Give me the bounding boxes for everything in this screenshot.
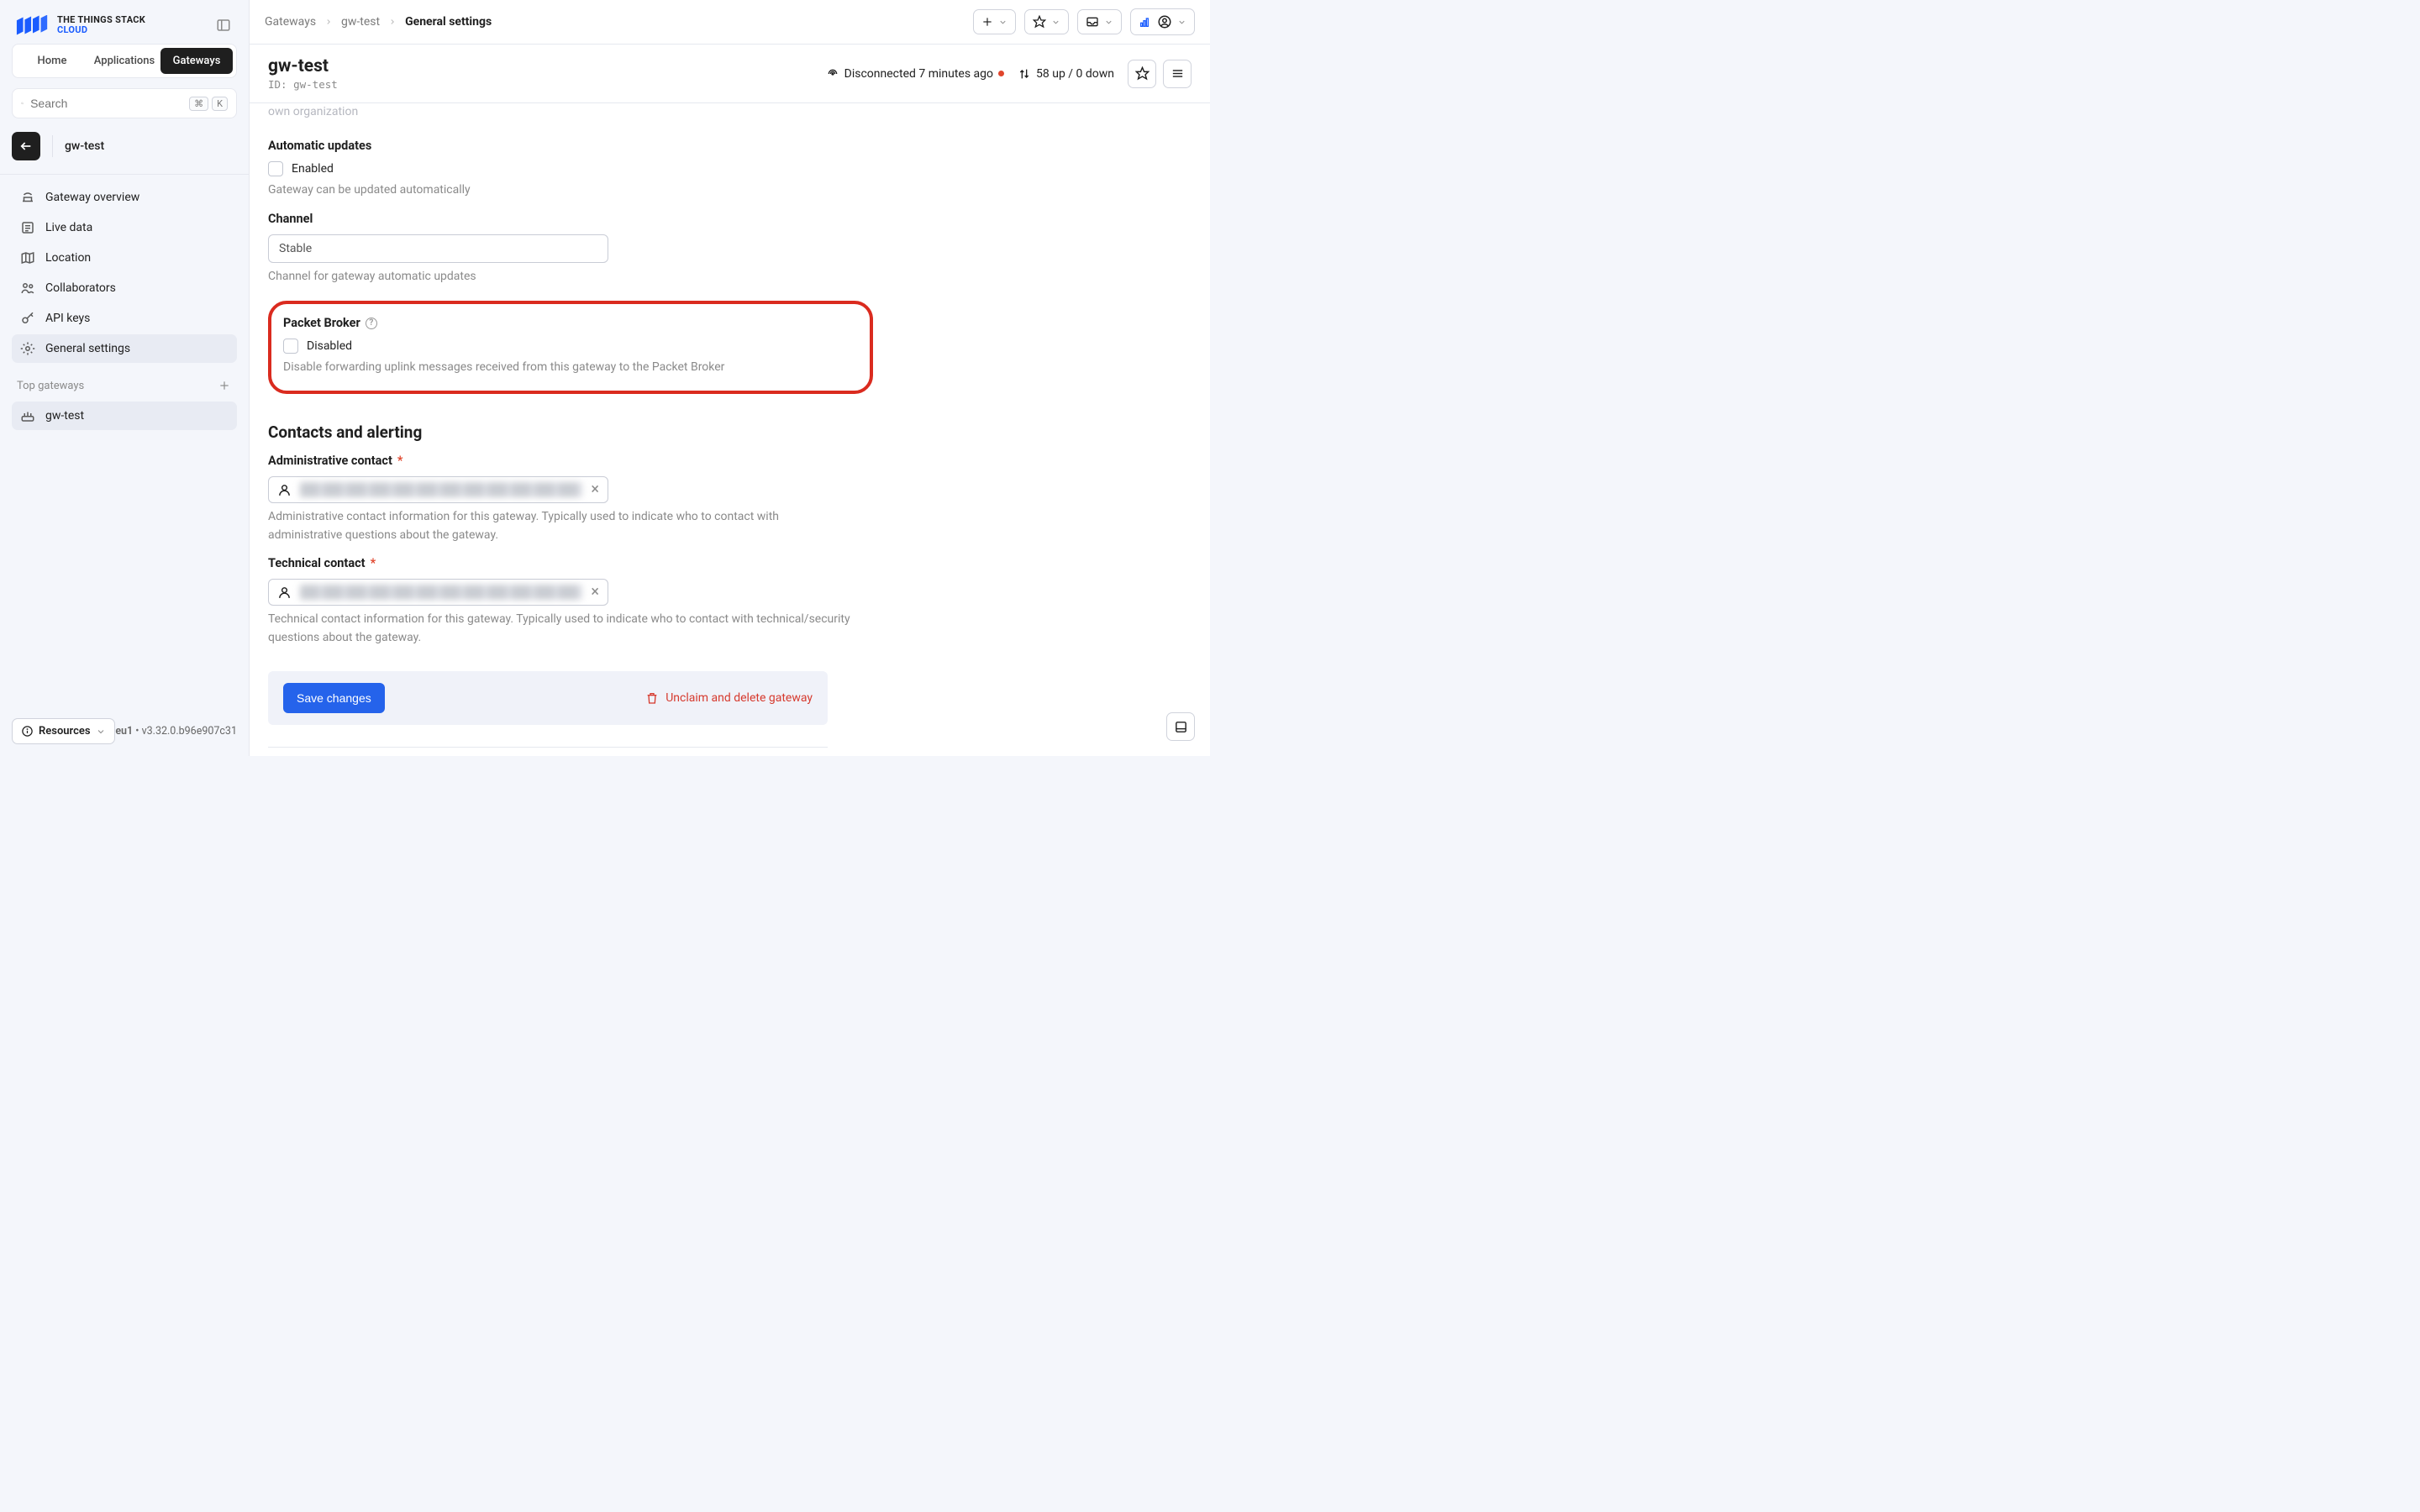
redacted-value <box>300 585 582 600</box>
packet-broker-checkbox-label: Disabled <box>307 339 352 353</box>
chevron-right-icon <box>324 18 333 26</box>
user-icon <box>277 483 292 497</box>
sidebar: THE THINGS STACK CLOUD Home Applications… <box>0 0 250 756</box>
page-id: gw-test <box>293 78 338 91</box>
chevron-down-icon <box>1051 18 1060 27</box>
menu-icon <box>1171 66 1185 81</box>
info-icon <box>21 725 34 738</box>
sidebar-item-location[interactable]: Location <box>12 244 237 272</box>
search-input[interactable] <box>30 97 182 110</box>
panel-icon <box>1174 720 1188 734</box>
highlight-packet-broker: Packet Broker ? Disabled Disable forward… <box>268 301 873 394</box>
packet-broker-checkbox[interactable] <box>283 339 298 354</box>
channel-input[interactable]: Stable <box>268 234 608 263</box>
router-icon <box>20 408 35 423</box>
favorites-menu-button[interactable] <box>1024 9 1069 34</box>
auto-updates-checkbox-label: Enabled <box>292 162 334 176</box>
panel-toggle-button[interactable] <box>1166 712 1195 741</box>
key-icon <box>20 311 35 326</box>
antenna-icon <box>826 67 839 81</box>
topbar: Gateways gw-test General settings <box>250 0 1210 45</box>
tab-home[interactable]: Home <box>16 48 88 74</box>
list-icon <box>20 220 35 235</box>
sidebar-item-overview[interactable]: Gateway overview <box>12 183 237 212</box>
breadcrumb-gw[interactable]: gw-test <box>341 15 380 29</box>
field-admin-contact: Administrative contact* × Administrative… <box>268 454 873 544</box>
cutoff-previous-text: own organization <box>268 103 873 127</box>
brand-logo[interactable]: THE THINGS STACK CLOUD <box>15 15 145 35</box>
current-gateway-name: gw-test <box>65 139 104 153</box>
sidebar-nav: Gateway overview Live data Location Coll… <box>12 183 237 363</box>
help-icon[interactable]: ? <box>366 318 377 329</box>
sidebar-item-live-data[interactable]: Live data <box>12 213 237 242</box>
collapse-sidebar-button[interactable] <box>213 15 234 35</box>
top-gateway-item[interactable]: gw-test <box>12 402 237 430</box>
users-icon <box>20 281 35 296</box>
status-dot-icon <box>998 71 1004 76</box>
clear-admin-contact-button[interactable]: × <box>591 482 599 497</box>
plus-icon <box>981 16 993 28</box>
gear-icon <box>20 341 35 356</box>
primary-nav-tabs: Home Applications Gateways <box>12 44 237 78</box>
breadcrumb-gateways[interactable]: Gateways <box>265 15 316 29</box>
sidebar-item-api-keys[interactable]: API keys <box>12 304 237 333</box>
field-automatic-updates: Automatic updates Enabled Gateway can be… <box>268 139 873 200</box>
inbox-icon <box>1086 15 1099 29</box>
account-menu-button[interactable] <box>1130 8 1195 35</box>
search-kbd-hint: ⌘K <box>189 97 228 111</box>
star-page-button[interactable] <box>1128 60 1156 88</box>
save-button[interactable]: Save changes <box>283 683 385 713</box>
contacts-section-title: Contacts and alerting <box>268 423 873 442</box>
gateway-icon <box>20 190 35 205</box>
page-menu-button[interactable] <box>1163 60 1192 88</box>
field-channel: Channel Stable Channel for gateway autom… <box>268 212 873 286</box>
chevron-down-icon <box>96 727 106 737</box>
chevron-down-icon <box>1177 18 1186 27</box>
page-title: gw-test <box>268 56 338 76</box>
field-tech-contact: Technical contact* × Technical contact i… <box>268 556 873 647</box>
version-label: eu1 • v3.32.0.b96e907c31 <box>115 725 237 738</box>
tech-contact-select[interactable]: × <box>268 579 608 606</box>
sidebar-item-general-settings[interactable]: General settings <box>12 334 237 363</box>
chevron-right-icon <box>388 18 397 26</box>
form-action-bar: Save changes Unclaim and delete gateway <box>268 671 828 725</box>
traffic-status: 58 up / 0 down <box>1018 67 1114 81</box>
back-button[interactable] <box>12 132 40 160</box>
add-gateway-button[interactable] <box>217 378 232 393</box>
star-icon <box>1033 15 1046 29</box>
trash-icon <box>645 691 659 705</box>
sidebar-item-collaborators[interactable]: Collaborators <box>12 274 237 302</box>
map-icon <box>20 250 35 265</box>
breadcrumb-current: General settings <box>405 15 492 29</box>
admin-contact-select[interactable]: × <box>268 476 608 503</box>
redacted-value <box>300 482 582 497</box>
content-scroll[interactable]: own organization Automatic updates Enabl… <box>250 103 1210 756</box>
user-icon <box>277 585 292 600</box>
search-input-wrapper[interactable]: ⌘K <box>12 88 237 118</box>
resources-button[interactable]: Resources <box>12 718 115 744</box>
org-icon <box>1139 15 1152 29</box>
chevron-down-icon <box>998 18 1007 27</box>
brand-line2: CLOUD <box>57 25 145 35</box>
auto-updates-checkbox[interactable] <box>268 161 283 176</box>
inbox-menu-button[interactable] <box>1077 9 1122 34</box>
star-icon <box>1135 66 1150 81</box>
tab-applications[interactable]: Applications <box>88 48 160 74</box>
main-area: Gateways gw-test General settings <box>250 0 1210 756</box>
add-menu-button[interactable] <box>973 9 1016 34</box>
breadcrumb: Gateways gw-test General settings <box>265 15 492 29</box>
logo-mark-icon <box>15 15 50 35</box>
search-icon <box>21 96 24 111</box>
top-gateways-label: Top gateways <box>17 380 84 392</box>
updown-icon <box>1018 67 1031 81</box>
tab-gateways[interactable]: Gateways <box>160 48 233 74</box>
chevron-down-icon <box>1104 18 1113 27</box>
clear-tech-contact-button[interactable]: × <box>591 585 599 600</box>
page-header: gw-test ID: gw-test Disconnected 7 minut… <box>250 45 1210 103</box>
delete-gateway-button[interactable]: Unclaim and delete gateway <box>645 691 813 705</box>
connection-status: Disconnected 7 minutes ago <box>826 67 1004 81</box>
user-circle-icon <box>1157 14 1172 29</box>
